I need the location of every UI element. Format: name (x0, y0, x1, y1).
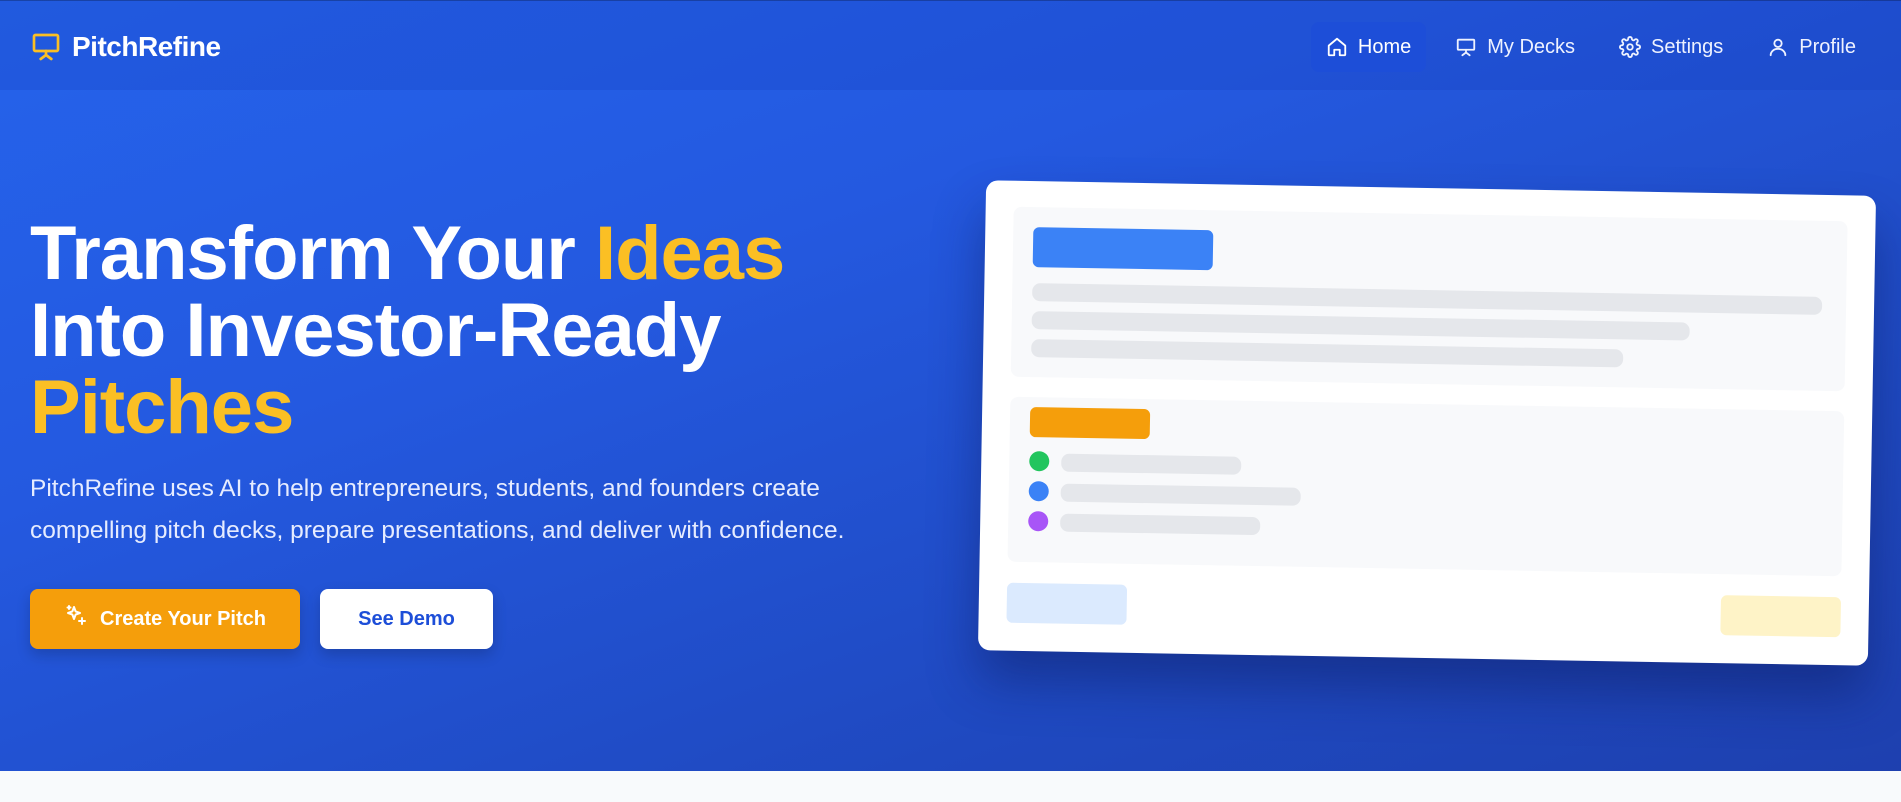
status-dot-green (1029, 451, 1050, 472)
nav-item-home[interactable]: Home (1310, 22, 1427, 72)
preview-left-button (1006, 582, 1128, 625)
nav-item-label: Settings (1651, 35, 1724, 58)
headline-highlight: Pitches (30, 365, 294, 450)
status-dot-blue (1028, 481, 1049, 502)
preview-list-line (1060, 513, 1261, 536)
page-footer-strip (0, 771, 1901, 802)
nav-item-label: Home (1357, 35, 1412, 58)
user-icon (1767, 36, 1789, 58)
hero-headline: Transform Your Ideas Into Investor-Ready… (30, 215, 785, 446)
headline-highlight: Ideas (594, 211, 785, 296)
preview-text-line (1031, 339, 1624, 368)
nav-item-profile[interactable]: Profile (1752, 22, 1871, 72)
preview-title-bar (1032, 227, 1214, 271)
gear-icon (1619, 36, 1642, 58)
sparkles-icon (64, 604, 88, 634)
deck-preview-card (977, 180, 1877, 666)
preview-text-line (1031, 311, 1690, 341)
nav-item-label: My Decks (1487, 35, 1576, 58)
status-dot-purple (1028, 511, 1049, 532)
top-navigation-bar: PitchRefine Home My Decks Settings Profi… (0, 0, 1901, 90)
create-pitch-button[interactable]: Create Your Pitch (30, 589, 300, 649)
hero-description: PitchRefine uses AI to help entrepreneur… (30, 475, 845, 544)
see-demo-button[interactable]: See Demo (320, 589, 493, 649)
preview-list-line (1060, 483, 1301, 506)
brand-name: PitchRefine (72, 31, 221, 62)
preview-text-line (1032, 283, 1823, 315)
main-nav: Home My Decks Settings Profile (1310, 22, 1871, 72)
headline-text: Transform Your (30, 211, 595, 296)
headline-text: Into Investor-Ready (30, 288, 721, 373)
preview-section-top (1010, 206, 1848, 392)
preview-section-bar (1029, 407, 1151, 440)
brand-logo[interactable]: PitchRefine (30, 29, 221, 65)
nav-item-label: Profile (1799, 35, 1856, 58)
presentation-board-icon (30, 31, 62, 63)
preview-list-line (1061, 453, 1242, 475)
preview-right-button (1720, 595, 1842, 638)
preview-section-bottom (1007, 396, 1845, 577)
nav-item-my-decks[interactable]: My Decks (1440, 22, 1590, 72)
create-pitch-label: Create Your Pitch (100, 607, 266, 630)
hero-section: PitchRefine Home My Decks Settings Profi… (0, 0, 1901, 771)
presentation-icon (1455, 36, 1477, 58)
home-icon (1326, 36, 1348, 58)
nav-item-settings[interactable]: Settings (1604, 22, 1738, 72)
